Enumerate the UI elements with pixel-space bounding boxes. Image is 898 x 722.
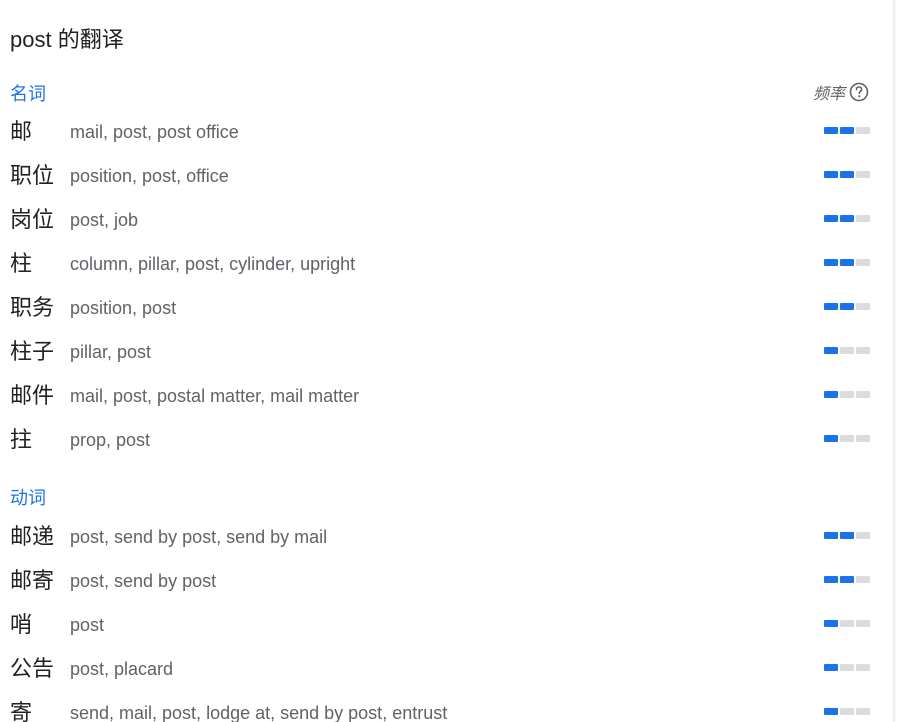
help-icon[interactable] xyxy=(849,82,869,102)
frequency-bar xyxy=(824,708,870,715)
section-label: 名词 xyxy=(10,84,46,104)
frequency-segment xyxy=(856,435,870,442)
translation-term[interactable]: 公告 xyxy=(10,647,54,691)
frequency-segment xyxy=(856,620,870,627)
translation-row: 岗位 post, job xyxy=(0,198,893,242)
translation-row: 寄 send, mail, post, lodge at, send by pos… xyxy=(0,691,893,722)
back-translations: position, post, office xyxy=(70,166,229,186)
frequency-segment xyxy=(856,708,870,715)
frequency-segment xyxy=(824,576,838,583)
frequency-bar xyxy=(824,127,870,134)
section-label: 动词 xyxy=(10,488,46,508)
back-translations: post, job xyxy=(70,210,139,230)
back-translations: post, send by post xyxy=(70,571,217,591)
frequency-bar xyxy=(824,620,870,627)
translation-row: 柱子 pillar, post xyxy=(0,330,893,374)
frequency-segment xyxy=(840,620,854,627)
translation-term[interactable]: 柱子 xyxy=(10,330,54,374)
back-translations: post, placard xyxy=(70,659,174,679)
translation-term[interactable]: 邮件 xyxy=(10,374,54,418)
frequency-segment xyxy=(856,303,870,310)
frequency-segment xyxy=(824,215,838,222)
translation-term[interactable]: 拄 xyxy=(10,418,32,462)
translation-term[interactable]: 职务 xyxy=(10,286,54,330)
frequency-bar xyxy=(824,576,870,583)
translation-row: 邮 mail, post, post office xyxy=(0,110,893,154)
frequency-segment xyxy=(824,171,838,178)
frequency-segment xyxy=(856,171,870,178)
frequency-segment xyxy=(856,664,870,671)
back-translations: mail, post, postal matter, mail matter xyxy=(70,386,360,406)
frequency-segment xyxy=(840,127,854,134)
translation-term[interactable]: 寄 xyxy=(10,691,32,722)
frequency-segment xyxy=(840,576,854,583)
frequency-bar xyxy=(824,171,870,178)
frequency-bar xyxy=(824,259,870,266)
translation-row: 邮件 mail, post, postal matter, mail matter xyxy=(0,374,893,418)
frequency-label: 频率 xyxy=(812,86,845,103)
frequency-segment xyxy=(856,347,870,354)
frequency-segment xyxy=(824,303,838,310)
frequency-bar xyxy=(824,347,870,354)
frequency-segment xyxy=(824,127,838,134)
frequency-bar xyxy=(824,532,870,539)
frequency-segment xyxy=(824,532,838,539)
translation-term[interactable]: 哨 xyxy=(10,603,32,647)
translation-term[interactable]: 职位 xyxy=(10,154,54,198)
frequency-bar xyxy=(824,664,870,671)
frequency-segment xyxy=(856,127,870,134)
frequency-segment xyxy=(840,171,854,178)
back-translations: column, pillar, post, cylinder, upright xyxy=(70,254,356,274)
translation-row: 柱 column, pillar, post, cylinder, upright xyxy=(0,242,893,286)
frequency-segment xyxy=(824,664,838,671)
frequency-segment xyxy=(824,347,838,354)
back-translations: post, send by post, send by mail xyxy=(70,527,328,547)
back-translations: send, mail, post, lodge at, send by post… xyxy=(70,703,448,722)
frequency-bar xyxy=(824,391,870,398)
frequency-segment xyxy=(856,259,870,266)
translation-row: 职位 position, post, office xyxy=(0,154,893,198)
frequency-segment xyxy=(824,259,838,266)
back-translations: post xyxy=(70,615,105,635)
frequency-segment xyxy=(840,215,854,222)
frequency-segment xyxy=(840,303,854,310)
frequency-segment xyxy=(840,347,854,354)
frequency-header: 频率 xyxy=(813,80,869,104)
frequency-segment xyxy=(840,435,854,442)
translation-row: 拄 prop, post xyxy=(0,418,893,462)
frequency-segment xyxy=(824,708,838,715)
frequency-bar xyxy=(824,303,870,310)
frequency-segment xyxy=(840,532,854,539)
back-translations: mail, post, post office xyxy=(70,122,239,142)
frequency-segment xyxy=(856,391,870,398)
frequency-segment xyxy=(840,391,854,398)
frequency-segment xyxy=(824,435,838,442)
frequency-segment xyxy=(840,708,854,715)
translation-row: 邮递 post, send by post, send by mail xyxy=(0,515,893,559)
translation-panel: post 的翻译 频率 名词邮 mail, post, post office 职位… xyxy=(0,0,894,722)
back-translations: prop, post xyxy=(70,430,151,450)
translation-row: 公告 post, placard xyxy=(0,647,893,691)
frequency-segment xyxy=(856,576,870,583)
translation-term[interactable]: 邮递 xyxy=(10,515,54,559)
back-translations: position, post xyxy=(70,298,177,318)
frequency-segment xyxy=(856,215,870,222)
frequency-bar xyxy=(824,215,870,222)
translation-row: 职务 position, post xyxy=(0,286,893,330)
frequency-segment xyxy=(840,664,854,671)
translation-row: 邮寄 post, send by post xyxy=(0,559,893,603)
translation-term[interactable]: 柱 xyxy=(10,242,32,286)
back-translations: pillar, post xyxy=(70,342,152,362)
translation-row: 哨 post xyxy=(0,603,893,647)
frequency-segment xyxy=(824,391,838,398)
page-title: post 的翻译 xyxy=(10,27,124,52)
frequency-segment xyxy=(840,259,854,266)
frequency-bar xyxy=(824,435,870,442)
frequency-segment xyxy=(824,620,838,627)
translation-term[interactable]: 岗位 xyxy=(10,198,54,242)
frequency-segment xyxy=(856,532,870,539)
translation-term[interactable]: 邮 xyxy=(10,110,32,154)
translation-term[interactable]: 邮寄 xyxy=(10,559,54,603)
